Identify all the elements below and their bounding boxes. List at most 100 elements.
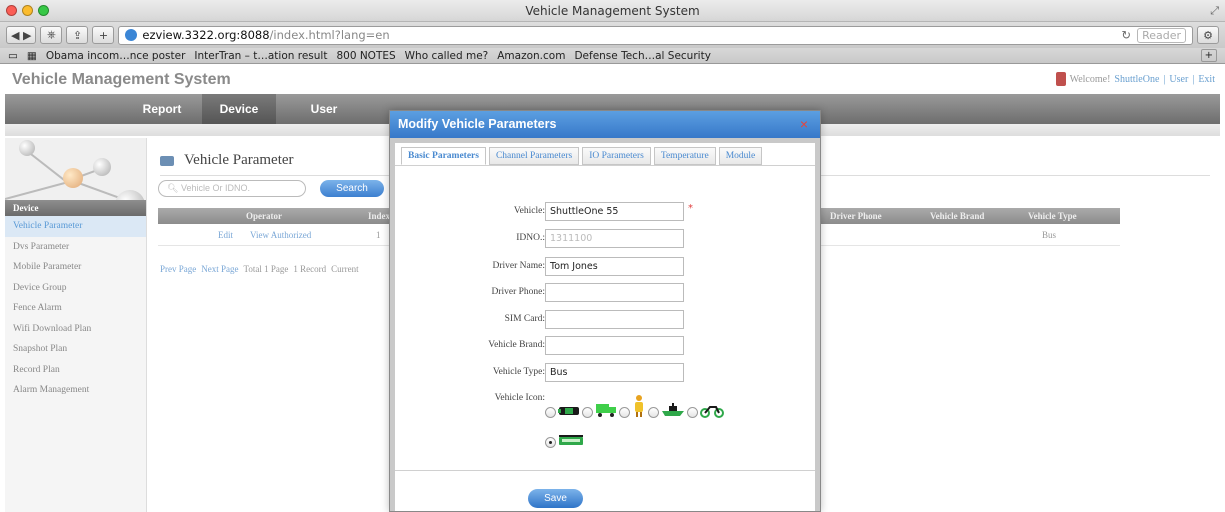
nav-user[interactable]: User [301,94,347,124]
welcome-text: Welcome! [1069,73,1111,85]
user-name-link[interactable]: ShuttleOne [1114,74,1159,85]
history-icon[interactable]: ⎈ [40,26,63,44]
sidebar-item-fence-alarm[interactable]: Fence Alarm [5,298,146,319]
vehicle-field[interactable]: ShuttleOne 55 [545,202,684,221]
vehicle-icon [160,155,174,166]
view-authorized-link[interactable]: View Authorized [250,224,311,246]
car-icon [558,407,579,415]
driver-name-row: Driver Name: Tom Jones [395,257,815,276]
vehicle-brand-field[interactable] [545,336,684,355]
page-title: Vehicle Parameter [160,152,294,169]
page-title-text: Vehicle Parameter [184,152,294,168]
search-icon: 🔍︎ [167,183,179,193]
exit-link[interactable]: Exit [1198,74,1215,85]
bus-icon-radio[interactable] [545,437,556,448]
browser-toolbar: ◀ ▶ ⎈ ⇪ + ezview.3322.org:8088 /index.ht… [0,22,1225,48]
user-link[interactable]: User [1169,74,1188,85]
vehicle-type-row: Vehicle Type: Bus [395,363,815,382]
tab-channel-parameters[interactable]: Channel Parameters [488,147,580,165]
dialog-title-bar: Modify Vehicle Parameters × [390,111,820,138]
dialog-title: Modify Vehicle Parameters [398,117,557,131]
vehicle-label: Vehicle: [513,206,545,216]
sidebar-item-vehicle-parameter[interactable]: Vehicle Parameter [5,216,146,237]
record-count: 1 Record [293,264,327,274]
dialog-body: Basic Parameters Channel Parameters IO P… [395,143,815,511]
sidebar-item-record-plan[interactable]: Record Plan [5,360,146,381]
share-icon[interactable]: ⇪ [66,26,89,44]
vehicle-icon-label: Vehicle Icon: [494,393,545,403]
sim-card-row: SIM Card: [395,310,815,329]
driver-name-label: Driver Name: [492,261,546,271]
search-placeholder: Vehicle Or IDNO. [180,183,250,193]
car-icon-radio[interactable] [545,407,556,418]
fullscreen-icon[interactable]: ⤢ [1210,4,1219,18]
url-host: ezview.3322.org:8088 [142,28,270,42]
sidebar-item-mobile-parameter[interactable]: Mobile Parameter [5,257,146,278]
settings-icon[interactable]: ⚙ [1197,26,1219,44]
top-sites-icon[interactable]: ▦ [27,50,37,62]
welcome-area: Welcome! ShuttleOne | User | Exit [1055,72,1215,86]
bookmark-item[interactable]: 800 NOTES [336,50,395,62]
bookmark-item[interactable]: InterTran – t…ation result [194,50,327,62]
tab-io-parameters[interactable]: IO Parameters [582,147,651,165]
address-bar[interactable]: ezview.3322.org:8088 /index.html?lang=en… [118,25,1193,45]
sidebar-item-dvs-parameter[interactable]: Dvs Parameter [5,237,146,258]
close-icon[interactable]: × [800,111,808,138]
person-icon [635,395,643,417]
bookmarks-bar: ▭ ▦ Obama incom…nce poster InterTran – t… [0,48,1225,64]
bookmark-item[interactable]: Obama incom…nce poster [46,50,186,62]
separator: | [1163,73,1166,85]
next-page-link[interactable]: Next Page [201,264,238,274]
bookmark-item[interactable]: Defense Tech…al Security [574,50,710,62]
user-icon [1055,72,1066,86]
nav-device[interactable]: Device [202,94,276,124]
edit-link[interactable]: Edit [218,224,233,246]
sidebar-item-device-group[interactable]: Device Group [5,278,146,299]
driver-name-field[interactable]: Tom Jones [545,257,684,276]
sidebar-item-wifi-download-plan[interactable]: Wifi Download Plan [5,319,146,340]
back-forward-button[interactable]: ◀ ▶ [6,26,37,44]
motorcycle-icon-radio[interactable] [687,407,698,418]
sidebar-section-device: Device [5,200,146,216]
current-page: Current [331,264,359,274]
vehicle-row: Vehicle: ShuttleOne 55 * [395,202,815,221]
person-icon-radio[interactable] [619,407,630,418]
vehicle-type-label: Vehicle Type: [492,367,545,377]
total-pages: Total 1 Page [243,264,289,274]
search-input[interactable]: 🔍︎ Vehicle Or IDNO. [158,180,306,197]
tab-basic-parameters[interactable]: Basic Parameters [401,147,486,165]
vehicle-icon-options-row-2 [545,434,584,448]
reading-list-icon[interactable]: ▭ [8,50,18,62]
reader-button[interactable]: Reader [1137,27,1186,43]
reload-icon[interactable]: ↻ [1121,28,1131,42]
truck-icon [596,404,616,417]
nav-report[interactable]: Report [137,94,187,124]
driver-phone-label: Driver Phone: [491,287,545,297]
add-bookmark-bar-button[interactable]: + [1200,49,1217,62]
app-header: Vehicle Management System Welcome! Shutt… [0,64,1225,94]
bookmark-item[interactable]: Amazon.com [497,50,565,62]
boat-icon-radio[interactable] [648,407,659,418]
truck-icon-radio[interactable] [582,407,593,418]
sim-card-label: SIM Card: [504,314,545,324]
driver-phone-field[interactable] [545,283,684,302]
add-bookmark-button[interactable]: + [92,26,115,44]
tab-module[interactable]: Module [718,147,763,165]
sidebar-item-alarm-management[interactable]: Alarm Management [5,380,146,401]
idno-row: IDNO.: 1311100 [395,229,815,248]
sidebar: Device Vehicle Parameter Dvs Parameter M… [5,138,147,512]
basic-parameters-panel: Vehicle: ShuttleOne 55 * IDNO.: 1311100 … [395,165,815,471]
bus-icon [559,435,583,445]
sim-card-field[interactable] [545,310,684,329]
vehicle-icon-options [545,394,724,418]
save-button[interactable]: Save [528,489,583,508]
prev-page-link[interactable]: Prev Page [160,264,196,274]
separator: | [1192,73,1195,85]
bookmark-item[interactable]: Who called me? [405,50,489,62]
tab-temperature[interactable]: Temperature [653,147,716,165]
search-button[interactable]: Search [320,180,384,197]
driver-phone-row: Driver Phone: [395,283,815,302]
vehicle-type-field[interactable]: Bus [545,363,684,382]
idno-label: IDNO.: [516,233,545,243]
sidebar-item-snapshot-plan[interactable]: Snapshot Plan [5,339,146,360]
